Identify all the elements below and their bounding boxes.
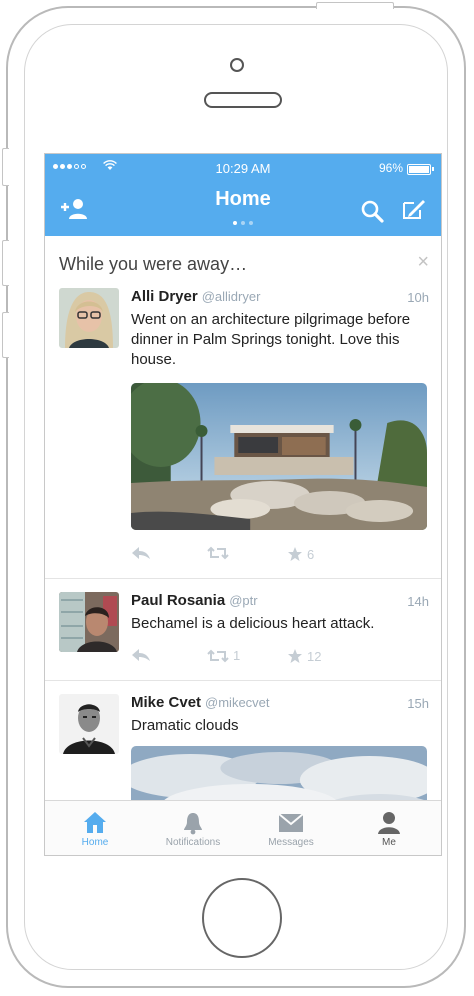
favorite-count: 6: [307, 546, 315, 562]
tab-label: Messages: [268, 837, 314, 848]
tweet-timestamp: 10h: [407, 290, 429, 305]
author-name: Mike Cvet: [131, 694, 202, 711]
mute-switch: [2, 148, 9, 186]
author-name: Paul Rosania: [131, 592, 226, 609]
tab-label: Notifications: [165, 837, 221, 848]
tab-notifications[interactable]: Notifications: [145, 809, 241, 848]
volume-down-button: [2, 312, 9, 358]
favorite-button[interactable]: 12: [287, 648, 321, 664]
reply-button[interactable]: [131, 648, 151, 662]
reply-button[interactable]: [131, 546, 151, 560]
battery-percentage: 96%: [378, 161, 403, 175]
power-button: [316, 2, 394, 9]
tweet[interactable]: Alli Dryer @allidryer 10h Went on an arch…: [45, 280, 441, 579]
avatar[interactable]: [59, 288, 119, 348]
tab-label: Me: [382, 837, 396, 848]
author-handle: @ptr: [229, 593, 258, 608]
avatar[interactable]: [59, 694, 119, 754]
while-away-title: While you were away…: [59, 254, 248, 274]
tweet-timestamp: 14h: [407, 594, 429, 609]
star-icon: [288, 547, 302, 561]
front-camera: [230, 58, 244, 72]
tweet-text: Went on an architecture pilgrimage befor…: [131, 311, 411, 368]
tab-bar: Home Notifications Messages Me: [45, 800, 441, 855]
tweet-actions: 1 12: [131, 648, 431, 666]
app-screen: 10:29 AM 96% Home While you were away… ×…: [44, 153, 442, 856]
search-button[interactable]: [355, 196, 389, 226]
tweet-text: Bechamel is a delicious heart attack.: [131, 615, 375, 632]
tab-messages[interactable]: Messages: [243, 809, 339, 848]
reply-icon: [132, 547, 150, 559]
tweet-text: Dramatic clouds: [131, 717, 239, 734]
earpiece-speaker: [204, 92, 282, 108]
compose-tweet-button[interactable]: [397, 194, 431, 224]
retweet-button[interactable]: [207, 546, 233, 560]
star-icon: [288, 649, 302, 663]
reply-icon: [132, 649, 150, 661]
status-bar: 10:29 AM 96%: [45, 160, 441, 176]
home-button[interactable]: [202, 878, 282, 958]
tab-me[interactable]: Me: [341, 809, 437, 848]
while-away-header: While you were away… ×: [45, 236, 441, 280]
tweet-photo[interactable]: [131, 383, 427, 530]
person-icon: [378, 812, 400, 834]
navigation-bar: 10:29 AM 96% Home: [45, 154, 441, 236]
bell-icon: [184, 813, 202, 835]
tab-home[interactable]: Home: [47, 809, 143, 848]
tweet-author[interactable]: Mike Cvet @mikecvet: [131, 694, 270, 711]
favorite-count: 12: [307, 648, 322, 664]
author-handle: @mikecvet: [205, 695, 270, 710]
tab-label: Home: [81, 837, 109, 848]
author-name: Alli Dryer: [131, 288, 198, 305]
battery-icon: [407, 164, 434, 175]
tweet-author[interactable]: Alli Dryer @allidryer: [131, 288, 260, 305]
compose-icon: [403, 200, 425, 219]
retweet-button[interactable]: 1: [207, 648, 240, 663]
retweet-icon: [207, 546, 229, 560]
retweet-count: 1: [233, 648, 241, 663]
tweet-author[interactable]: Paul Rosania @ptr: [131, 592, 258, 609]
retweet-icon: [207, 649, 229, 662]
envelope-icon: [278, 813, 304, 832]
tweet-timestamp: 15h: [407, 696, 429, 711]
volume-up-button: [2, 240, 9, 286]
dismiss-button[interactable]: ×: [417, 251, 429, 274]
author-handle: @allidryer: [201, 289, 261, 304]
home-icon: [84, 812, 106, 833]
avatar[interactable]: [59, 592, 119, 652]
tweet-actions: 6: [131, 546, 431, 564]
tweet[interactable]: Paul Rosania @ptr 14h Bechamel is a delic…: [45, 578, 441, 681]
favorite-button[interactable]: 6: [287, 546, 314, 562]
search-icon: [361, 200, 384, 223]
tweet[interactable]: Mike Cvet @mikecvet 15h Dramatic clouds: [45, 680, 441, 826]
